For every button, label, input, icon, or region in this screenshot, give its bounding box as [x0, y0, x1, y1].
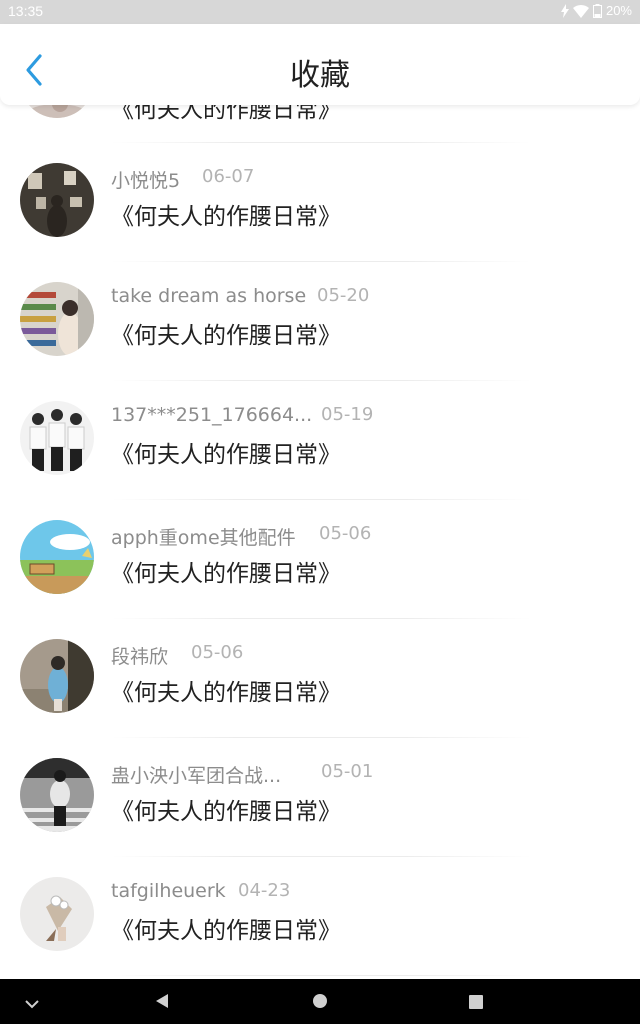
avatar[interactable] — [20, 282, 94, 356]
avatar[interactable] — [20, 639, 94, 713]
status-time: 13:35 — [8, 3, 44, 19]
item-username: 蛊小泱小军团合战... — [111, 765, 282, 787]
hide-keyboard-button[interactable] — [24, 995, 40, 1014]
favorites-list[interactable]: 《何夫人的作腰日常》 小悦悦5 06-07 《何夫人的作腰日常》 take dr… — [0, 24, 640, 979]
list-item[interactable]: 蛊小泱小军团合战... 05-01 《何夫人的作腰日常》 — [0, 738, 640, 857]
list-item[interactable]: take dream as horse 05-20 《何夫人的作腰日常》 — [0, 262, 640, 381]
item-title[interactable]: 《何夫人的作腰日常》 — [111, 554, 341, 588]
home-circle-icon — [313, 994, 327, 1008]
item-title[interactable]: 《何夫人的作腰日常》 — [111, 673, 341, 707]
item-username: take dream as horse — [111, 285, 307, 307]
item-date: 04-23 — [238, 880, 291, 901]
item-date: 05-20 — [317, 285, 370, 306]
item-title[interactable]: 《何夫人的作腰日常》 — [111, 316, 341, 350]
item-meta: 小悦悦5 06-07 — [111, 166, 254, 193]
item-meta: 137***251_176664... 05-19 — [111, 404, 373, 426]
item-meta: 段祎欣 05-06 — [111, 642, 243, 669]
back-triangle-icon — [156, 994, 168, 1008]
page-title: 收藏 — [290, 58, 350, 93]
status-bar: 13:35 20% — [0, 0, 640, 24]
item-date: 06-07 — [202, 166, 255, 187]
charging-icon — [560, 3, 569, 18]
list-item[interactable]: tafgilheuerk 04-23 《何夫人的作腰日常》 — [0, 857, 640, 976]
item-meta: apph重ome其他配件 05-06 — [111, 523, 371, 550]
item-date: 05-06 — [319, 523, 372, 544]
avatar[interactable] — [20, 520, 94, 594]
nav-home-button[interactable] — [312, 993, 328, 1013]
avatar[interactable] — [20, 877, 94, 951]
list-item[interactable]: 段祎欣 05-06 《何夫人的作腰日常》 — [0, 619, 640, 738]
item-meta: tafgilheuerk 04-23 — [111, 880, 290, 902]
item-date: 05-19 — [321, 404, 374, 425]
chevron-down-icon — [25, 1000, 39, 1009]
item-title[interactable]: 《何夫人的作腰日常》 — [111, 792, 341, 826]
item-meta: 蛊小泱小军团合战... 05-01 — [111, 761, 373, 788]
item-date: 05-01 — [321, 761, 374, 782]
recents-square-icon — [469, 995, 483, 1009]
item-username: 段祎欣 — [111, 646, 169, 668]
item-username: tafgilheuerk — [111, 880, 226, 902]
item-username: apph重ome其他配件 — [111, 527, 296, 549]
battery-icon — [592, 3, 602, 18]
app-header: 收藏 — [0, 24, 640, 105]
nav-back-button[interactable] — [155, 993, 169, 1013]
list-item[interactable]: 137***251_176664... 05-19 《何夫人的作腰日常》 — [0, 381, 640, 500]
wifi-icon — [572, 4, 589, 18]
item-username: 小悦悦5 — [111, 170, 181, 192]
navigation-bar — [0, 979, 640, 1024]
item-meta: take dream as horse 05-20 — [111, 285, 369, 307]
list-item[interactable]: apph重ome其他配件 05-06 《何夫人的作腰日常》 — [0, 500, 640, 619]
avatar[interactable] — [20, 758, 94, 832]
avatar[interactable] — [20, 163, 94, 237]
item-title[interactable]: 《何夫人的作腰日常》 — [111, 911, 341, 945]
avatar[interactable] — [20, 401, 94, 475]
status-icons: 20% — [560, 3, 632, 18]
nav-recents-button[interactable] — [469, 994, 483, 1013]
item-title[interactable]: 《何夫人的作腰日常》 — [111, 197, 341, 231]
list-item[interactable]: 小悦悦5 06-07 《何夫人的作腰日常》 — [0, 143, 640, 262]
battery-percent: 20% — [605, 3, 632, 18]
item-date: 05-06 — [191, 642, 244, 663]
item-title[interactable]: 《何夫人的作腰日常》 — [111, 435, 341, 469]
item-username: 137***251_176664... — [111, 404, 313, 426]
divider — [111, 975, 531, 976]
